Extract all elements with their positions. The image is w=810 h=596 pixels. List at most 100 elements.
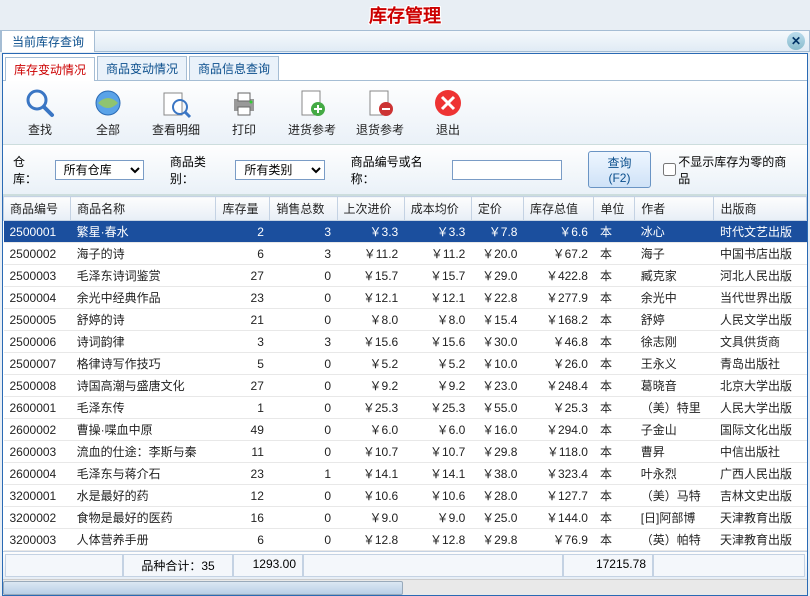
cell: 本 (594, 353, 635, 375)
search-label: 查找 (28, 121, 52, 138)
cell: 海子的诗 (71, 243, 216, 265)
cell: 毛泽东与蒋介石 (71, 463, 216, 485)
h-scrollbar[interactable] (3, 579, 807, 595)
detail-button[interactable]: 查看明细 (151, 87, 201, 138)
col-header[interactable]: 成本均价 (404, 197, 471, 221)
cell: 27 (216, 375, 270, 397)
tab-product-change[interactable]: 商品变动情况 (97, 56, 187, 80)
col-header[interactable]: 商品名称 (71, 197, 216, 221)
cell: 3200002 (4, 507, 71, 529)
table-row[interactable]: 2500002海子的诗63￥11.2￥11.2￥20.0￥67.2本海子中国书店… (4, 243, 807, 265)
col-header[interactable]: 出版商 (714, 197, 807, 221)
table-row[interactable]: 2600001毛泽东传10￥25.3￥25.3￥55.0￥25.3本（美）特里人… (4, 397, 807, 419)
cell: ￥28.0 (471, 485, 523, 507)
search-button[interactable]: 查找 (15, 87, 65, 138)
cell: ￥16.0 (471, 419, 523, 441)
print-button[interactable]: 打印 (219, 87, 269, 138)
all-button[interactable]: 全部 (83, 87, 133, 138)
cell: ￥12.8 (404, 529, 471, 551)
table-row[interactable]: 2500006诗词韵律33￥15.6￥15.6￥30.0￥46.8本徐志刚文具供… (4, 331, 807, 353)
cell: 葛晓音 (635, 375, 714, 397)
filter-bar: 仓库： 所有仓库 商品类别： 所有类别 商品编号或名称： 查询(F2) 不显示库… (3, 145, 807, 195)
cell: ￥8.0 (337, 309, 404, 331)
table-row[interactable]: 2500001繁星·春水23￥3.3￥3.3￥7.8￥6.6本冰心时代文艺出版 (4, 221, 807, 243)
hide-zero-checkbox[interactable]: 不显示库存为零的商品 (663, 153, 797, 187)
table-row[interactable]: 2500007格律诗写作技巧50￥5.2￥5.2￥10.0￥26.0本王永义青岛… (4, 353, 807, 375)
table-row[interactable]: 2600003流血的仕途：李斯与秦110￥10.7￥10.7￥29.8￥118.… (4, 441, 807, 463)
return-button[interactable]: 退货参考 (355, 87, 405, 138)
cell: 广西人民出版 (714, 463, 807, 485)
table-row[interactable]: 2600002曹操·喋血中原490￥6.0￥6.0￥16.0￥294.0本子金山… (4, 419, 807, 441)
cell: 毛泽东传 (71, 397, 216, 419)
cell: ￥248.4 (523, 375, 593, 397)
query-button[interactable]: 查询(F2) (588, 151, 652, 188)
code-input[interactable] (452, 160, 562, 180)
warehouse-select[interactable]: 所有仓库 (55, 160, 144, 180)
cell: 2600003 (4, 441, 71, 463)
cell: ￥294.0 (523, 419, 593, 441)
h-scrollbar-thumb[interactable] (3, 581, 403, 595)
cell: 青岛出版社 (714, 353, 807, 375)
data-grid[interactable]: 商品编号商品名称库存量销售总数上次进价成本均价定价库存总值单位作者出版商 250… (3, 195, 807, 551)
cell: 诗词韵律 (71, 331, 216, 353)
category-label: 商品类别： (170, 153, 229, 187)
cell: 2600002 (4, 419, 71, 441)
cell: 时代文艺出版 (714, 221, 807, 243)
cell: 3200001 (4, 485, 71, 507)
table-row[interactable]: 2500008诗国高潮与盛唐文化270￥9.2￥9.2￥23.0￥248.4本葛… (4, 375, 807, 397)
col-header[interactable]: 库存总值 (523, 197, 593, 221)
table-row[interactable]: 2500005舒婷的诗210￥8.0￥8.0￥15.4￥168.2本舒婷人民文学… (4, 309, 807, 331)
table-row[interactable]: 2500003毛泽东诗词鉴赏270￥15.7￥15.7￥29.0￥422.8本臧… (4, 265, 807, 287)
cell: 6 (216, 529, 270, 551)
outer-tab[interactable]: 当前库存查询 (1, 30, 95, 52)
cell: 曹昇 (635, 441, 714, 463)
cell: ￥277.9 (523, 287, 593, 309)
cell: 本 (594, 265, 635, 287)
purchase-button[interactable]: 进货参考 (287, 87, 337, 138)
cell: 毛泽东诗词鉴赏 (71, 265, 216, 287)
table-row[interactable]: 2500004余光中经典作品230￥12.1￥12.1￥22.8￥277.9本余… (4, 287, 807, 309)
cell: 1 (270, 463, 337, 485)
cell: ￥38.0 (471, 463, 523, 485)
table-row[interactable]: 2600004毛泽东与蒋介石231￥14.1￥14.1￥38.0￥323.4本叶… (4, 463, 807, 485)
cell: 本 (594, 243, 635, 265)
col-header[interactable]: 销售总数 (270, 197, 337, 221)
doc-minus-icon (364, 87, 396, 119)
cell: 人民大学出版 (714, 397, 807, 419)
cell: ￥11.2 (337, 243, 404, 265)
cell: 本 (594, 375, 635, 397)
cell: ￥144.0 (523, 507, 593, 529)
cell: ￥9.0 (337, 507, 404, 529)
tab-product-info[interactable]: 商品信息查询 (189, 56, 279, 80)
category-select[interactable]: 所有类别 (235, 160, 324, 180)
cell: ￥29.0 (471, 265, 523, 287)
cell: ￥14.1 (404, 463, 471, 485)
cell: 12 (216, 485, 270, 507)
cell: ￥6.0 (337, 419, 404, 441)
cell: 3 (216, 331, 270, 353)
table-row[interactable]: 3200002食物是最好的医药160￥9.0￥9.0￥25.0￥144.0本[日… (4, 507, 807, 529)
inner-tabs: 库存变动情况 商品变动情况 商品信息查询 (3, 54, 807, 81)
col-header[interactable]: 上次进价 (337, 197, 404, 221)
cell: 格律诗写作技巧 (71, 353, 216, 375)
col-header[interactable]: 作者 (635, 197, 714, 221)
cell: 6 (216, 243, 270, 265)
cell: 2500003 (4, 265, 71, 287)
hide-zero-check[interactable] (663, 163, 676, 176)
col-header[interactable]: 商品编号 (4, 197, 71, 221)
cell: 2500008 (4, 375, 71, 397)
cell: ￥26.0 (523, 353, 593, 375)
cell: ￥9.2 (404, 375, 471, 397)
exit-button[interactable]: 退出 (423, 87, 473, 138)
col-header[interactable]: 定价 (471, 197, 523, 221)
table-row[interactable]: 3200001水是最好的药120￥10.6￥10.6￥28.0￥127.7本（美… (4, 485, 807, 507)
col-header[interactable]: 库存量 (216, 197, 270, 221)
col-header[interactable]: 单位 (594, 197, 635, 221)
close-icon[interactable]: ✕ (787, 32, 805, 50)
table-row[interactable]: 3200003人体营养手册60￥12.8￥12.8￥29.8￥76.9本（英）帕… (4, 529, 807, 551)
tab-stock-change[interactable]: 库存变动情况 (5, 57, 95, 81)
cell: 文具供货商 (714, 331, 807, 353)
cell: 11 (216, 441, 270, 463)
cell: 3 (270, 243, 337, 265)
cell: 国际文化出版 (714, 419, 807, 441)
